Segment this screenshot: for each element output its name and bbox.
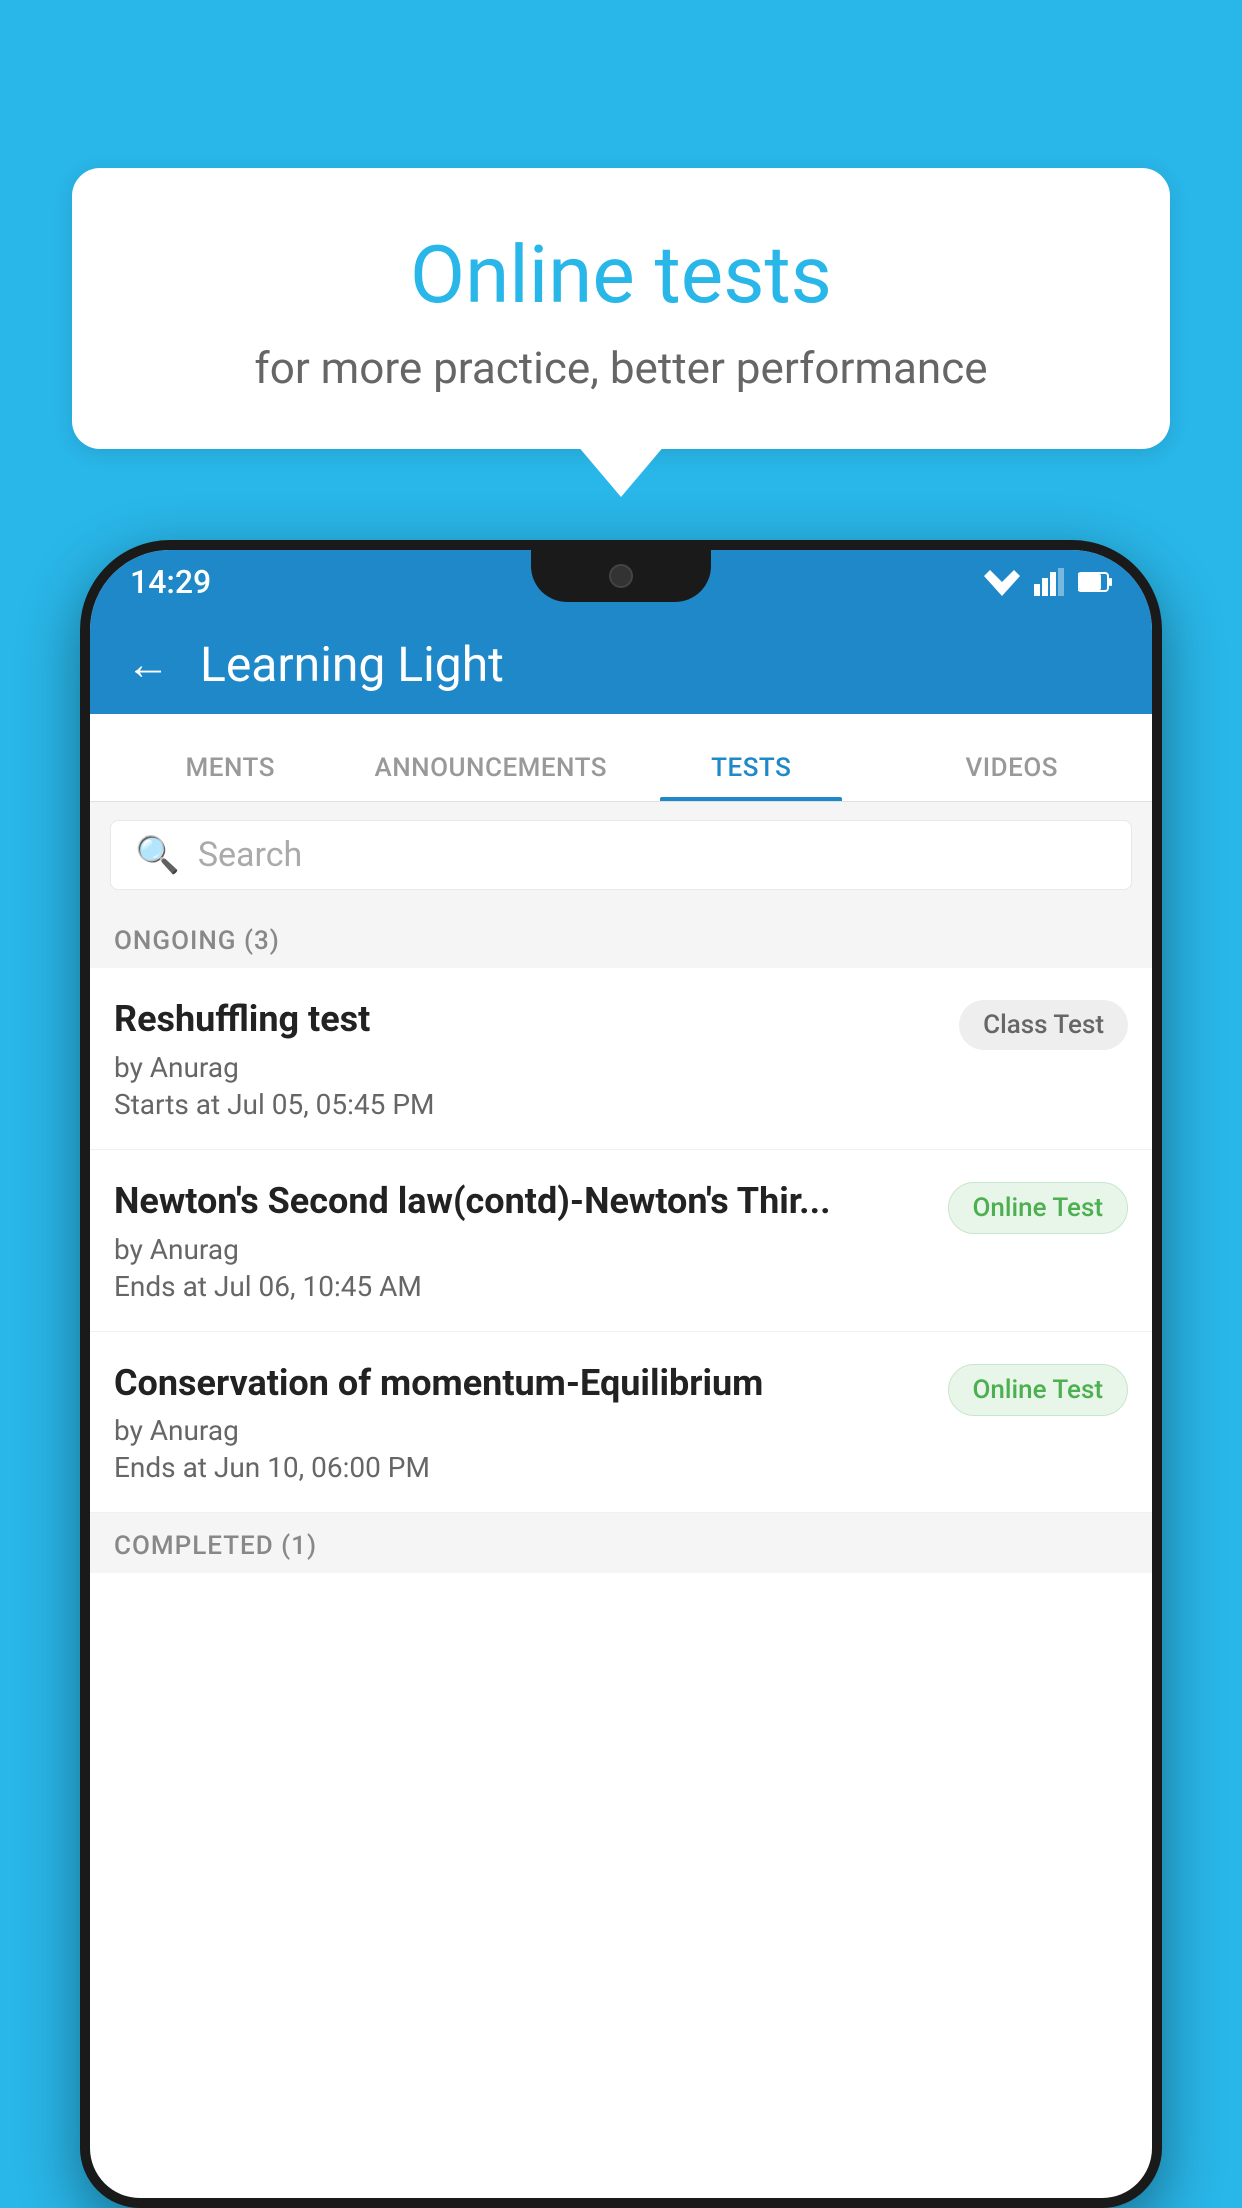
test-time: Starts at Jul 05, 05:45 PM	[114, 1088, 943, 1121]
test-badge: Online Test	[948, 1364, 1129, 1416]
test-name: Newton's Second law(contd)-Newton's Thir…	[114, 1178, 932, 1225]
test-item[interactable]: Newton's Second law(contd)-Newton's Thir…	[90, 1150, 1152, 1332]
test-time: Ends at Jun 10, 06:00 PM	[114, 1451, 932, 1484]
ongoing-section-header: ONGOING (3)	[90, 908, 1152, 968]
phone-frame: 14:29	[80, 540, 1162, 2208]
test-info: Newton's Second law(contd)-Newton's Thir…	[114, 1178, 932, 1303]
test-item[interactable]: Reshuffling test by Anurag Starts at Jul…	[90, 968, 1152, 1150]
phone-notch	[531, 550, 711, 602]
test-by: by Anurag	[114, 1051, 943, 1084]
status-icons	[984, 568, 1112, 596]
search-placeholder: Search	[198, 835, 302, 875]
status-time: 14:29	[130, 563, 211, 601]
test-badge: Online Test	[948, 1182, 1129, 1234]
test-info: Reshuffling test by Anurag Starts at Jul…	[114, 996, 943, 1121]
search-container: 🔍 Search	[90, 802, 1152, 908]
tabs-bar: MENTS ANNOUNCEMENTS TESTS VIDEOS	[90, 714, 1152, 802]
test-badge: Class Test	[959, 1000, 1128, 1050]
bubble-subtitle: for more practice, better performance	[152, 342, 1090, 394]
test-list: Reshuffling test by Anurag Starts at Jul…	[90, 968, 1152, 1513]
test-time: Ends at Jul 06, 10:45 AM	[114, 1270, 932, 1303]
battery-icon	[1078, 571, 1112, 593]
test-item[interactable]: Conservation of momentum-Equilibrium by …	[90, 1332, 1152, 1514]
app-bar: ← Learning Light	[90, 614, 1152, 714]
completed-section-header: COMPLETED (1)	[90, 1513, 1152, 1573]
search-box[interactable]: 🔍 Search	[110, 820, 1132, 890]
wifi-icon	[984, 568, 1020, 596]
test-name: Reshuffling test	[114, 996, 943, 1043]
tab-tests[interactable]: TESTS	[621, 753, 882, 801]
tab-announcements[interactable]: ANNOUNCEMENTS	[361, 753, 622, 801]
tab-videos[interactable]: VIDEOS	[882, 753, 1143, 801]
search-icon: 🔍	[135, 834, 180, 876]
tab-ments[interactable]: MENTS	[100, 753, 361, 801]
test-by: by Anurag	[114, 1233, 932, 1266]
test-name: Conservation of momentum-Equilibrium	[114, 1360, 932, 1407]
phone-screen: 14:29	[90, 550, 1152, 2198]
signal-icon	[1034, 568, 1064, 596]
back-button[interactable]: ←	[126, 642, 170, 686]
bubble-title: Online tests	[152, 228, 1090, 322]
speech-bubble: Online tests for more practice, better p…	[72, 168, 1170, 449]
app-title: Learning Light	[200, 636, 504, 693]
test-by: by Anurag	[114, 1414, 932, 1447]
camera-icon	[609, 564, 633, 588]
test-info: Conservation of momentum-Equilibrium by …	[114, 1360, 932, 1485]
